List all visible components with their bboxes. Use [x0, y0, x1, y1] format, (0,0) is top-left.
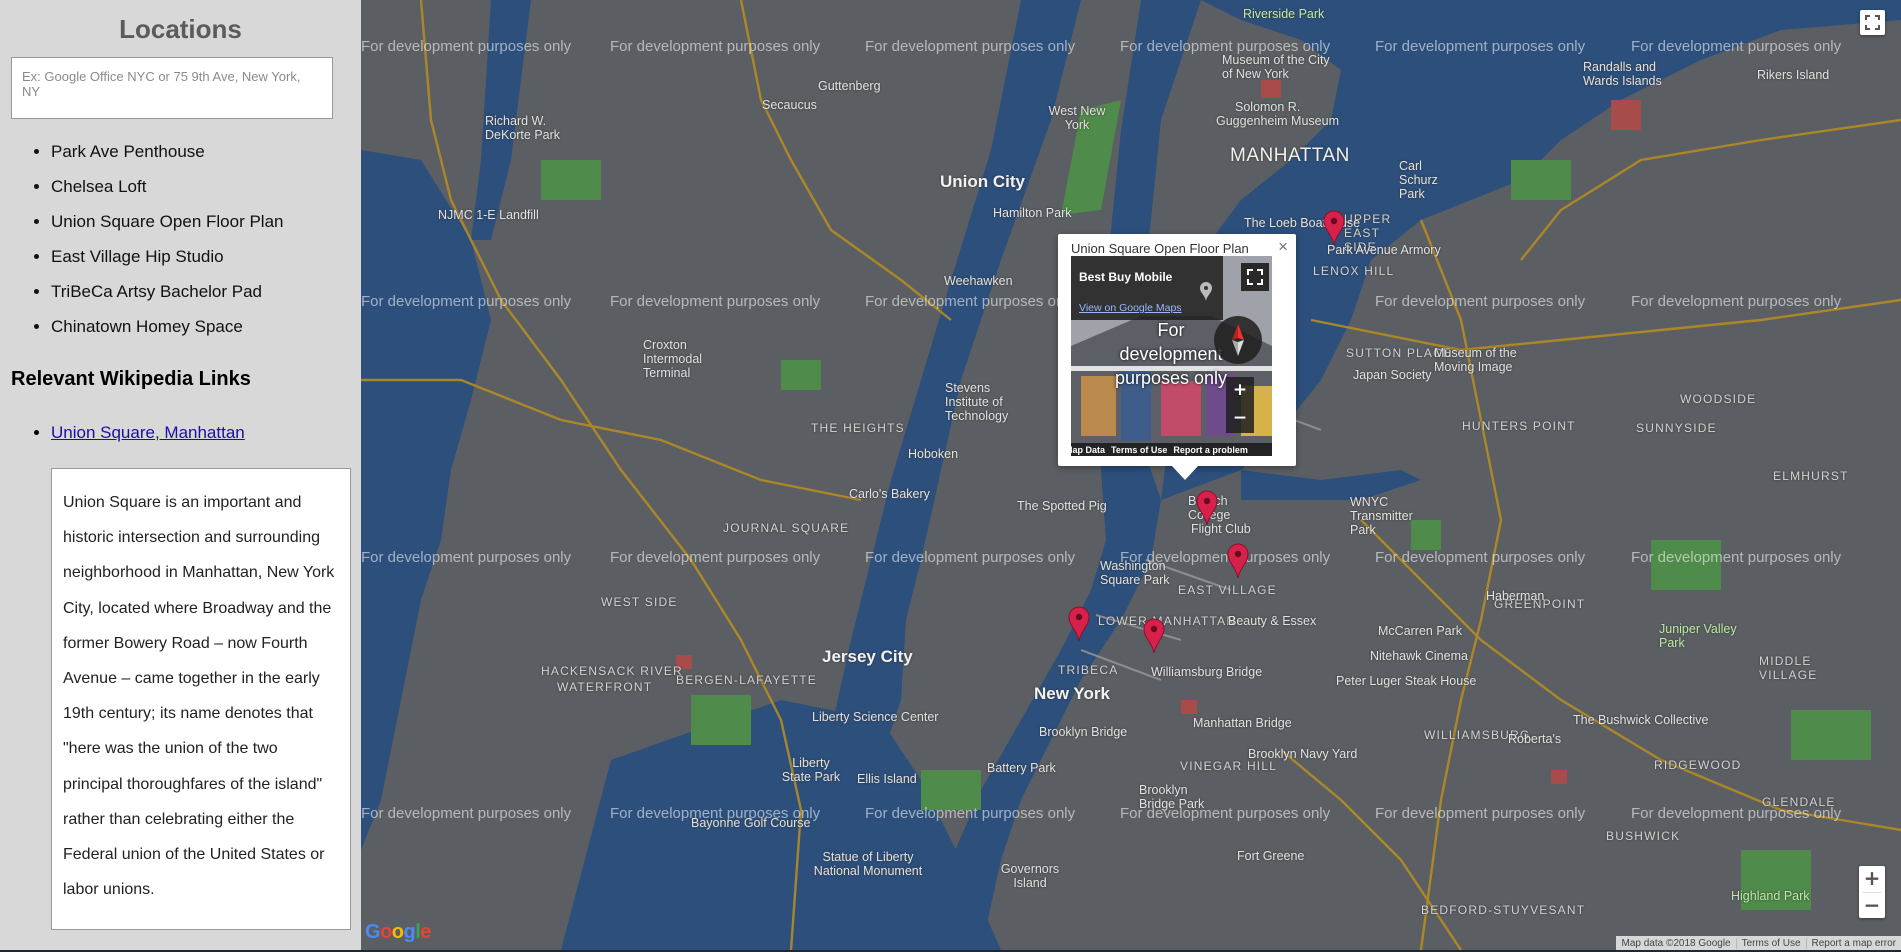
pano-map-data[interactable]: Map Data	[1071, 445, 1111, 455]
map-marker-chinatown[interactable]	[1143, 618, 1165, 654]
location-search-input[interactable]	[11, 57, 333, 119]
location-item-union-square[interactable]: Union Square Open Floor Plan	[51, 204, 361, 239]
pano-info-card: Best Buy Mobile View on Google Maps	[1071, 256, 1223, 320]
map-data-credit: Map data ©2018 Google	[1616, 937, 1737, 949]
pano-zoom-out-button[interactable]: −	[1226, 405, 1254, 433]
pano-place-name: Best Buy Mobile	[1079, 270, 1173, 284]
map-zoom-control: + −	[1859, 866, 1885, 918]
zoom-out-button[interactable]: −	[1859, 893, 1885, 919]
sidebar-title: Locations	[119, 14, 242, 44]
report-map-error-link[interactable]: Report a map error	[1807, 938, 1901, 949]
pano-footer: Map Data Terms of Use Report a problem	[1071, 443, 1272, 456]
fullscreen-icon	[1865, 15, 1880, 30]
pano-zoom-in-button[interactable]: +	[1226, 377, 1254, 405]
sidebar: Locations Park Ave Penthouse Chelsea Lof…	[0, 0, 361, 950]
wiki-link-list: Union Square, Manhattan	[0, 421, 245, 445]
location-item-east-village[interactable]: East Village Hip Studio	[51, 239, 361, 274]
close-icon[interactable]: ×	[1278, 237, 1288, 257]
view-on-google-maps-link[interactable]: View on Google Maps	[1079, 302, 1182, 314]
map-terms-link[interactable]: Terms of Use	[1737, 937, 1807, 949]
pano-terms[interactable]: Terms of Use	[1111, 445, 1173, 455]
location-item-park-ave-penthouse[interactable]: Park Ave Penthouse	[51, 134, 361, 169]
wiki-extract-text: Union Square is an important and histori…	[63, 494, 335, 899]
location-item-chinatown[interactable]: Chinatown Homey Space	[51, 309, 361, 344]
location-item-tribeca[interactable]: TriBeCa Artsy Bachelor Pad	[51, 274, 361, 309]
google-logo[interactable]: Google	[365, 921, 431, 944]
zoom-in-button[interactable]: +	[1859, 866, 1885, 892]
map-marker-union-square[interactable]	[1196, 490, 1218, 526]
info-window: Union Square Open Floor Plan × Best Buy …	[1058, 234, 1296, 480]
map-marker-park-ave-penthouse[interactable]	[1323, 210, 1345, 246]
map[interactable]: For development purposes only For develo…	[361, 0, 1901, 950]
pano-zoom-control: + −	[1226, 377, 1254, 433]
wiki-link-union-square[interactable]: Union Square, Manhattan	[51, 423, 245, 442]
map-fullscreen-button[interactable]	[1860, 10, 1885, 35]
map-tiles	[361, 0, 1901, 950]
wiki-heading: Relevant Wikipedia Links	[11, 368, 251, 390]
location-pin-icon[interactable]	[1199, 282, 1213, 302]
map-marker-tribeca[interactable]	[1068, 606, 1090, 642]
info-window-title: Union Square Open Floor Plan	[1071, 241, 1249, 256]
info-window-tail	[1172, 466, 1198, 480]
wiki-extract-box: Union Square is an important and histori…	[51, 468, 351, 930]
location-item-chelsea-loft[interactable]: Chelsea Loft	[51, 169, 361, 204]
app-root: Locations Park Ave Penthouse Chelsea Lof…	[0, 0, 1901, 952]
location-list: Park Ave Penthouse Chelsea Loft Union Sq…	[0, 134, 361, 344]
wiki-list-item: Union Square, Manhattan	[51, 421, 245, 445]
map-marker-east-village[interactable]	[1227, 543, 1249, 579]
fullscreen-icon[interactable]	[1241, 263, 1269, 291]
pano-report-problem[interactable]: Report a problem	[1173, 445, 1254, 455]
map-attribution: Map data ©2018 Google Terms of Use Repor…	[1616, 936, 1901, 950]
compass-icon[interactable]	[1214, 316, 1262, 364]
street-view-panorama[interactable]: Best Buy Mobile View on Google Maps For …	[1071, 256, 1272, 456]
